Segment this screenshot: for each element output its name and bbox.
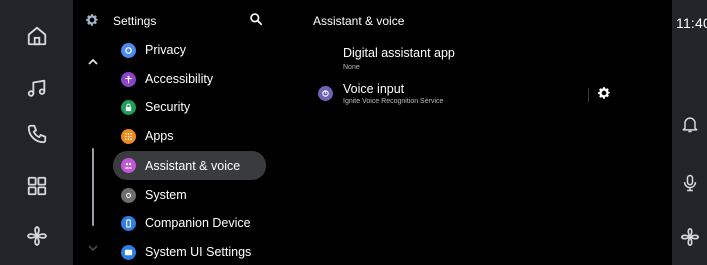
- menu-item-label: Accessibility: [145, 72, 214, 86]
- row-divider: [588, 88, 589, 102]
- voice-input-icon: [318, 86, 333, 101]
- notification-bell-icon: [682, 117, 697, 133]
- menu-item-privacy[interactable]: Privacy: [113, 37, 263, 63]
- search-icon: [250, 13, 263, 26]
- menu-item-label: Privacy: [145, 43, 186, 57]
- digital-assistant-title: Digital assistant app: [343, 46, 455, 60]
- digital-assistant-value: None: [343, 64, 360, 71]
- right-status-rail: [672, 0, 707, 265]
- menu-item-label: Companion Device: [145, 216, 251, 230]
- menu-item-label: Apps: [145, 129, 174, 143]
- left-nav-rail: [0, 0, 73, 265]
- assistant-icon: [121, 158, 136, 173]
- menu-item-label: System UI Settings: [145, 245, 252, 259]
- app-grid-button[interactable]: [0, 160, 73, 212]
- climate-fan-button-right[interactable]: [672, 217, 707, 257]
- menu-item-label: System: [145, 188, 187, 202]
- apps-grid-icon: [27, 176, 46, 196]
- search-button[interactable]: [249, 12, 263, 31]
- phone-icon: [27, 124, 46, 144]
- system-ui-icon: [121, 244, 136, 260]
- voice-input-title: Voice input: [343, 82, 405, 96]
- home-icon: [27, 26, 46, 46]
- menu-item-security[interactable]: Security: [113, 94, 263, 120]
- clock: 11:40: [676, 15, 707, 31]
- microphone-icon: [683, 174, 696, 192]
- menu-item-accessibility[interactable]: Accessibility: [113, 66, 263, 92]
- gear-icon: [598, 87, 610, 99]
- fan-icon: [26, 226, 47, 246]
- menu-item-assistant-voice[interactable]: Assistant & voice: [113, 151, 266, 180]
- settings-title: Settings: [113, 14, 157, 28]
- fan-icon: [680, 227, 699, 247]
- menu-item-system-ui-settings[interactable]: System UI Settings: [113, 239, 263, 265]
- menu-item-apps[interactable]: Apps: [113, 123, 263, 149]
- music-icon: [27, 79, 45, 97]
- menu-item-system[interactable]: System: [113, 182, 263, 208]
- privacy-icon: [121, 42, 136, 58]
- scroll-up-button[interactable]: [87, 54, 99, 72]
- phone-button[interactable]: [0, 108, 73, 160]
- settings-gear-icon: [84, 12, 100, 33]
- voice-input-value: Ignite Voice Recognition Service: [343, 98, 444, 105]
- climate-fan-button[interactable]: [0, 210, 73, 262]
- scroll-down-button[interactable]: [87, 240, 99, 258]
- apps-icon: [121, 128, 136, 144]
- home-button[interactable]: [0, 10, 73, 62]
- lock-icon: [121, 99, 136, 115]
- detail-page-title: Assistant & voice: [313, 14, 405, 28]
- menu-item-label: Security: [145, 100, 191, 114]
- voice-assistant-button[interactable]: [672, 163, 707, 203]
- device-icon: [121, 215, 136, 231]
- accessibility-icon: [121, 71, 136, 87]
- menu-item-label: Assistant & voice: [145, 158, 241, 173]
- notifications-button[interactable]: [672, 104, 707, 144]
- menu-item-companion-device[interactable]: Companion Device: [113, 210, 263, 236]
- chevron-down-icon: [88, 245, 98, 252]
- chevron-up-icon: [88, 58, 98, 65]
- voice-input-settings-button[interactable]: [596, 85, 612, 106]
- settings-menu-panel: Settings Privacy Accessibility Security …: [73, 0, 272, 265]
- scrollbar-thumb[interactable]: [92, 148, 94, 226]
- system-info-icon: [121, 187, 136, 203]
- media-button[interactable]: [0, 62, 73, 114]
